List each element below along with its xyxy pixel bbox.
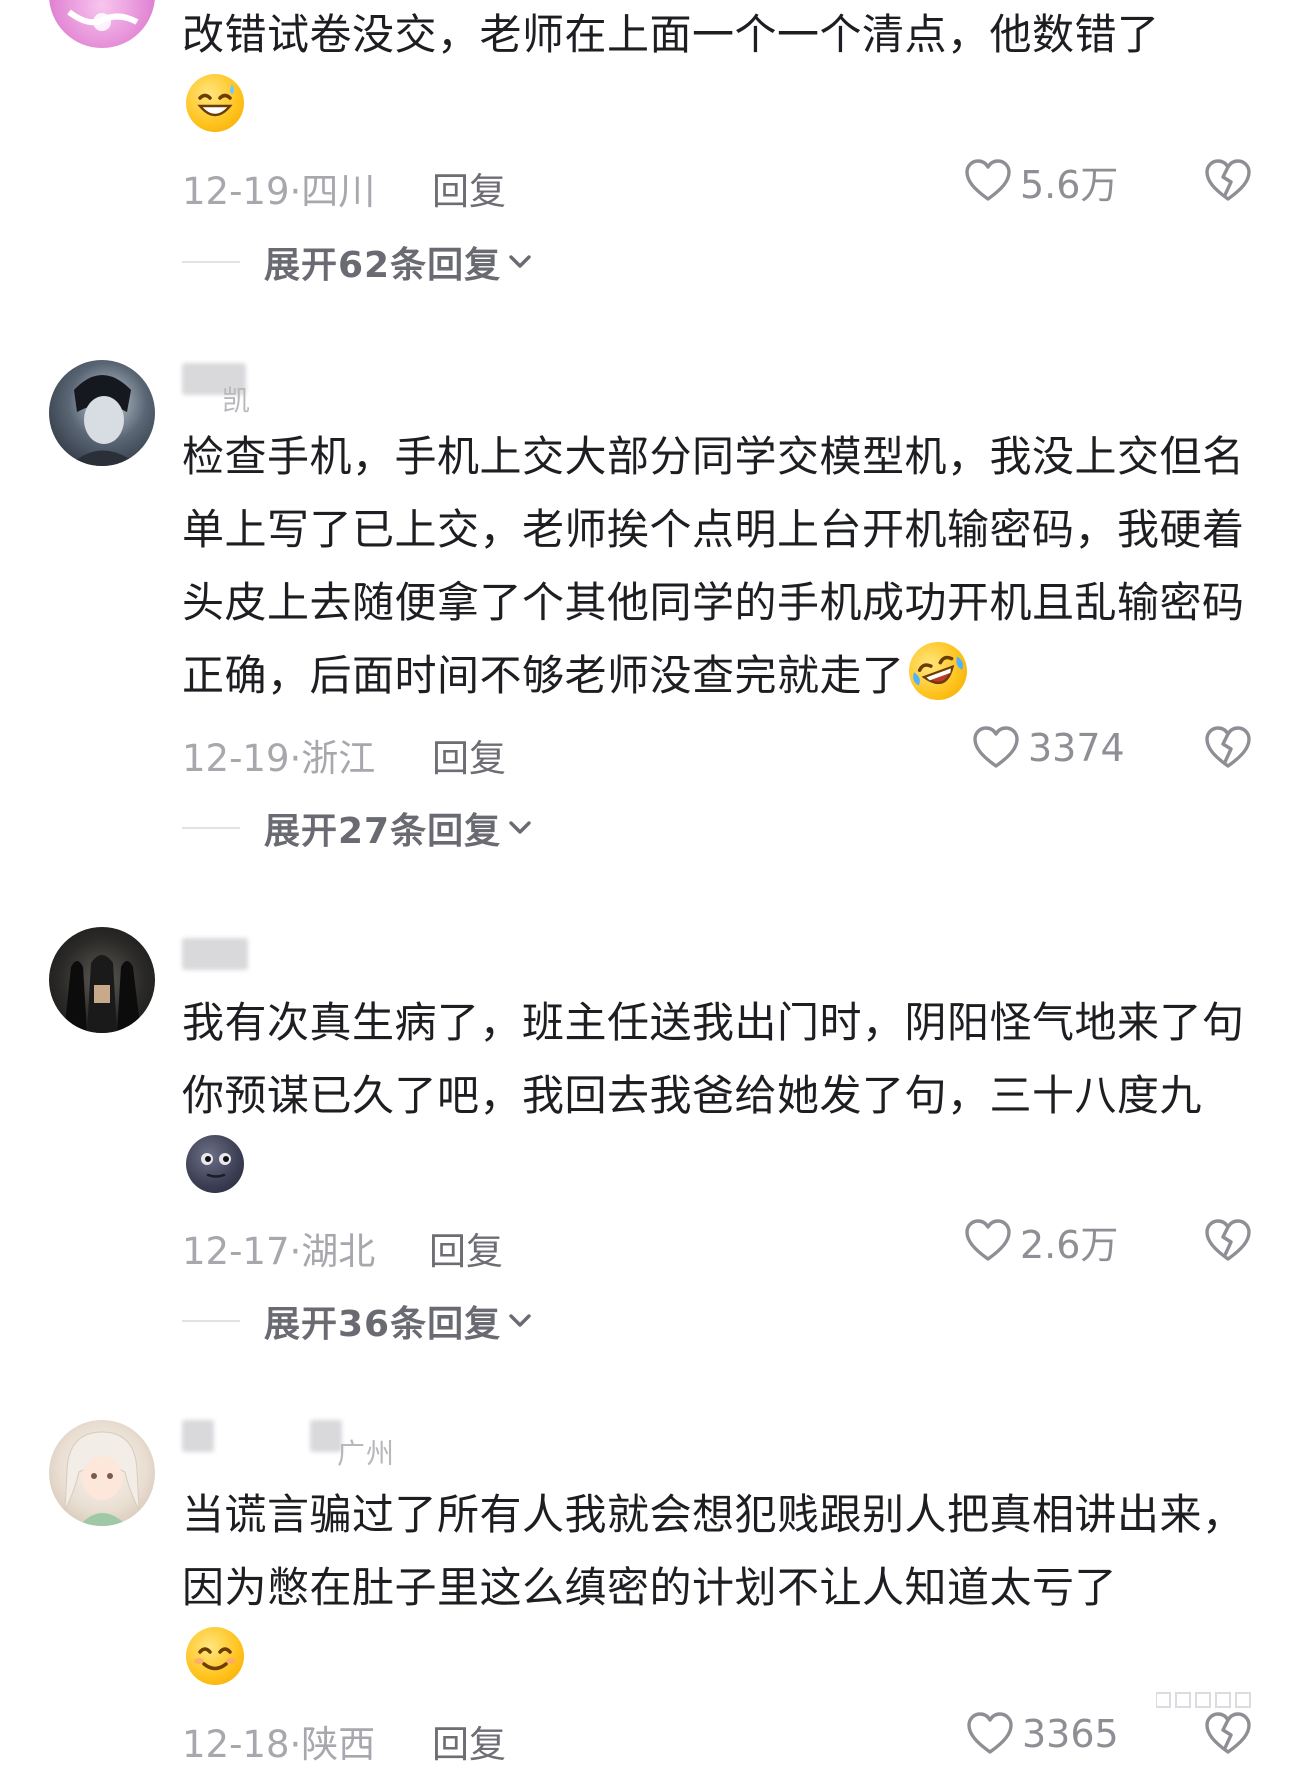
watermark: [1155, 1689, 1276, 1714]
broken-heart-icon: [1205, 159, 1251, 201]
broken-heart-icon: [1205, 1219, 1251, 1261]
broken-heart-icon: [1205, 1712, 1251, 1754]
comment-meta: 12-19·浙江 回复 3374: [182, 720, 1252, 780]
avatar[interactable]: [49, 0, 155, 48]
divider-line: [182, 827, 240, 829]
expand-replies-button[interactable]: 展开27条回复: [182, 803, 533, 853]
expand-replies-label: 展开62条回复: [264, 245, 502, 286]
comment-date-location: 12-19·浙江: [182, 737, 376, 780]
like-count: 2.6万: [1020, 1222, 1119, 1267]
divider-line: [182, 261, 240, 263]
rolling-laughing-emoji: [900, 633, 975, 709]
comment-date-location: 12-19·四川: [182, 170, 376, 213]
avatar-image: [64, 1431, 140, 1526]
chevron-down-icon: [509, 255, 531, 268]
username[interactable]: 凯: [182, 363, 302, 417]
heart-icon: [973, 726, 1019, 768]
like-button[interactable]: 2.6万: [964, 1215, 1118, 1267]
heart-icon: [965, 1219, 1011, 1261]
dislike-button[interactable]: [1204, 1710, 1252, 1760]
expand-replies-label: 展开27条回复: [264, 811, 502, 852]
avatar-image: [67, 9, 139, 31]
avatar[interactable]: [49, 1420, 155, 1526]
divider-line: [182, 1320, 240, 1322]
like-button[interactable]: 3374: [972, 722, 1125, 774]
comment-text: 检查手机，手机上交大部分同学交模型机，我没上交但名单上写了已上交，老师挨个点明上…: [182, 420, 1252, 712]
reply-button[interactable]: 回复: [432, 161, 506, 215]
chevron-down-icon: [509, 821, 531, 834]
comment-text: 当谎言骗过了所有人我就会想犯贱跟别人把真相讲出来，因为憋在肚子里这么缜密的计划不…: [182, 1478, 1252, 1697]
username-fragment: 凯: [222, 384, 252, 417]
like-count: 3365: [1022, 1712, 1119, 1756]
watermark-glyphs: [1155, 1692, 1251, 1708]
reply-button[interactable]: 回复: [429, 1221, 503, 1275]
avatar[interactable]: [49, 360, 155, 466]
comment-text: 我有次真生病了，班主任送我出门时，阴阳怪气地来了句你预谋已久了吧，我回去我爸给她…: [182, 986, 1252, 1205]
username-redacted: [182, 938, 248, 970]
username[interactable]: 广州: [182, 1420, 432, 1470]
username[interactable]: [182, 938, 282, 978]
dislike-button[interactable]: [1204, 157, 1252, 207]
expand-replies-button[interactable]: 展开36条回复: [182, 1296, 533, 1346]
new-moon-face-emoji: [186, 1135, 244, 1193]
grinning-sweat-emoji: [186, 74, 244, 132]
comment-meta: 12-17·湖北 回复 2.6万: [182, 1213, 1252, 1273]
comment-text: 改错试卷没交，老师在上面一个一个清点，他数错了: [182, 0, 1252, 144]
broken-heart-icon: [1205, 726, 1251, 768]
like-count: 3374: [1028, 726, 1125, 770]
expand-replies-button[interactable]: 展开62条回复: [182, 237, 533, 287]
username-fragment: 广州: [337, 1437, 396, 1470]
dislike-button[interactable]: [1204, 724, 1252, 774]
comment-date-location: 12-17·湖北: [182, 1230, 376, 1273]
avatar[interactable]: [49, 927, 155, 1033]
comment-date-location: 12-18·陕西: [182, 1723, 376, 1766]
avatar-image: [64, 955, 141, 1033]
like-count: 5.6万: [1020, 162, 1119, 207]
chevron-down-icon: [509, 1314, 531, 1327]
comment-meta: 12-18·陕西 回复 3365: [182, 1706, 1252, 1766]
like-button[interactable]: 5.6万: [964, 155, 1118, 207]
like-button[interactable]: 3365: [966, 1708, 1119, 1760]
dislike-button[interactable]: [1204, 1217, 1252, 1267]
username-redacted: [182, 1420, 214, 1452]
reply-button[interactable]: 回复: [432, 1714, 506, 1768]
avatar-image: [69, 375, 139, 466]
heart-icon: [967, 1712, 1013, 1754]
reply-button[interactable]: 回复: [432, 728, 506, 782]
expand-replies-label: 展开36条回复: [264, 1304, 502, 1345]
heart-icon: [965, 159, 1011, 201]
comment-meta: 12-19·四川 回复 5.6万: [182, 153, 1252, 213]
smiling-face-emoji: [186, 1627, 244, 1685]
